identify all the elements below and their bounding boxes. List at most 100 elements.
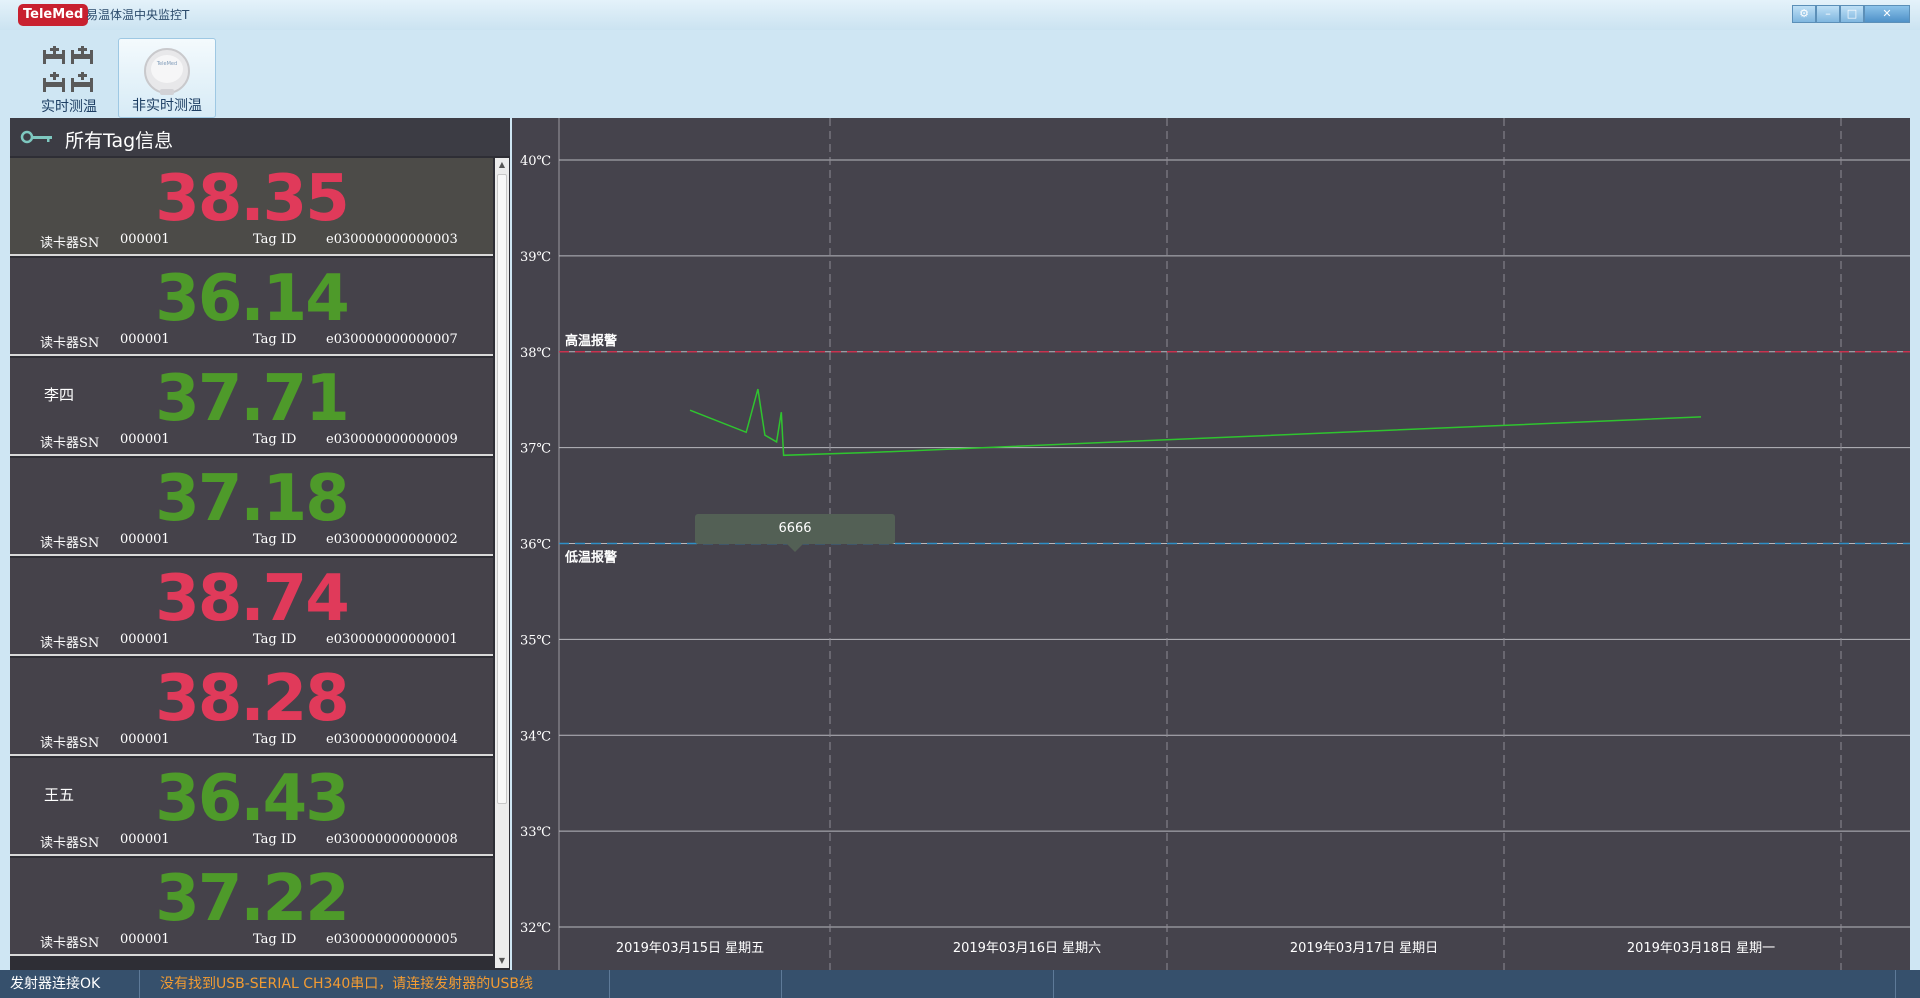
status-cell-empty xyxy=(612,970,782,998)
window-controls: ⚙ – □ ✕ xyxy=(1792,5,1910,23)
tag-id-label: Tag ID xyxy=(253,732,297,747)
patient-name: 李四 xyxy=(44,386,75,404)
svg-text:TeleMed: TeleMed xyxy=(156,61,177,67)
window-title: 易温体温中央监控T xyxy=(86,8,190,22)
status-bar: 发射器连接OK 没有找到USB-SERIAL CH340串口，请连接发射器的US… xyxy=(0,970,1920,998)
reader-sn-value: 000001 xyxy=(120,332,170,347)
reader-sn-value: 000001 xyxy=(120,432,170,447)
temperature-value: 38.35 xyxy=(155,162,349,236)
tag-device-icon: TeleMed xyxy=(144,48,190,95)
status-cell-empty xyxy=(1056,970,1896,998)
y-tick-label: 36℃ xyxy=(520,538,551,553)
tag-card[interactable]: 37.18 读卡器SN 000001 Tag ID e0300000000000… xyxy=(10,458,493,556)
x-tick-label: 2019年03月16日 星期六 xyxy=(953,941,1101,956)
tag-id-label: Tag ID xyxy=(253,332,297,347)
high-alarm-label: 高温报警 xyxy=(565,333,617,349)
y-tick-label: 37℃ xyxy=(520,442,551,457)
x-tick-label: 2019年03月15日 星期五 xyxy=(616,941,764,956)
tag-id-label: Tag ID xyxy=(253,932,297,947)
tag-id-value: e030000000000003 xyxy=(326,232,458,247)
chart-canvas: 40℃ 39℃ 38℃ 37℃ 36℃ 35℃ 34℃ 33℃ 32℃ 2019年03月15日 星… xyxy=(520,118,1910,970)
tag-card[interactable]: 37.22 读卡器SN 000001 Tag ID e0300000000000… xyxy=(10,858,493,956)
temperature-series-line xyxy=(689,388,1702,457)
x-tick-label: 2019年03月18日 星期一 xyxy=(1627,941,1775,956)
scrollbar-thumb[interactable] xyxy=(497,174,507,804)
reader-sn-value: 000001 xyxy=(120,232,170,247)
reader-sn-value: 000001 xyxy=(120,632,170,647)
y-tick-label: 38℃ xyxy=(520,346,551,361)
y-tick-label: 32℃ xyxy=(520,921,551,936)
tag-id-value: e030000000000005 xyxy=(326,932,458,947)
tag-id-label: Tag ID xyxy=(253,832,297,847)
nonrealtime-temp-label: 非实时测温 xyxy=(132,98,202,114)
reader-sn-value: 000001 xyxy=(120,532,170,547)
reader-sn-label: 读卡器SN xyxy=(40,236,100,251)
tag-id-value: e030000000000008 xyxy=(326,832,458,847)
reader-sn-label: 读卡器SN xyxy=(40,936,100,951)
tag-id-value: e030000000000009 xyxy=(326,432,458,447)
maximize-button[interactable]: □ xyxy=(1840,5,1864,23)
tag-id-label: Tag ID xyxy=(253,632,297,647)
tag-id-value: e030000000000004 xyxy=(326,732,458,747)
tag-card[interactable]: 38.74 读卡器SN 000001 Tag ID e0300000000000… xyxy=(10,558,493,656)
scroll-down-arrow-icon[interactable]: ▼ xyxy=(495,954,509,968)
realtime-grid-icon xyxy=(43,46,93,92)
title-bar: TeleMed 易温体温中央监控T ⚙ – □ ✕ xyxy=(0,0,1920,30)
key-icon xyxy=(20,130,52,144)
tag-id-label: Tag ID xyxy=(253,432,297,447)
y-tick-label: 34℃ xyxy=(520,729,551,744)
tag-list-panel: 所有Tag信息 38.35 读卡器SN 000001 Tag ID e03000… xyxy=(10,118,510,970)
tag-id-label: Tag ID xyxy=(253,532,297,547)
minimize-button[interactable]: – xyxy=(1816,5,1840,23)
transmitter-status: 发射器连接OK xyxy=(0,970,140,998)
realtime-temp-label: 实时测温 xyxy=(41,99,97,115)
realtime-temp-button[interactable]: 实时测温 xyxy=(20,38,118,118)
x-tick-label: 2019年03月17日 星期日 xyxy=(1290,941,1438,956)
y-tick-label: 33℃ xyxy=(520,825,551,840)
y-tick-label: 39℃ xyxy=(520,250,551,265)
temperature-chart: 40℃ 39℃ 38℃ 37℃ 36℃ 35℃ 34℃ 33℃ 32℃ 2019年03月15日 星… xyxy=(512,118,1910,970)
settings-icon[interactable]: ⚙ xyxy=(1792,5,1816,23)
scroll-up-arrow-icon[interactable]: ▲ xyxy=(495,158,509,172)
reader-sn-value: 000001 xyxy=(120,832,170,847)
tag-card-list: 38.35 读卡器SN 000001 Tag ID e0300000000000… xyxy=(10,158,493,968)
tag-id-value: e030000000000007 xyxy=(326,332,458,347)
reader-sn-value: 000001 xyxy=(120,732,170,747)
tag-card[interactable]: 36.14 读卡器SN 000001 Tag ID e0300000000000… xyxy=(10,258,493,356)
temperature-value: 38.28 xyxy=(155,662,349,736)
reader-sn-label: 读卡器SN xyxy=(40,336,100,351)
temperature-value: 37.71 xyxy=(155,362,349,436)
vertical-scrollbar[interactable]: ▲ ▼ xyxy=(495,158,509,968)
temperature-value: 36.43 xyxy=(155,762,349,836)
chart-tooltip: 6666 xyxy=(695,514,895,552)
close-button[interactable]: ✕ xyxy=(1864,5,1910,23)
nonrealtime-temp-button[interactable]: TeleMed 非实时测温 xyxy=(118,38,216,118)
tag-id-label: Tag ID xyxy=(253,232,297,247)
reader-sn-value: 000001 xyxy=(120,932,170,947)
tag-card[interactable]: 37.71 李四 读卡器SN 000001 Tag ID e0300000000… xyxy=(10,358,493,456)
patient-name: 王五 xyxy=(44,786,75,804)
status-cell-empty xyxy=(784,970,1054,998)
reader-sn-label: 读卡器SN xyxy=(40,436,100,451)
y-tick-label: 35℃ xyxy=(520,633,551,648)
tag-id-value: e030000000000002 xyxy=(326,532,458,547)
app-logo: TeleMed xyxy=(18,4,89,26)
temperature-value: 37.22 xyxy=(155,862,349,936)
reader-sn-label: 读卡器SN xyxy=(40,836,100,851)
temperature-value: 36.14 xyxy=(155,262,349,336)
tag-id-value: e030000000000001 xyxy=(326,632,458,647)
y-tick-label: 40℃ xyxy=(520,154,551,169)
low-alarm-label: 低温报警 xyxy=(564,550,617,566)
tag-card[interactable]: 38.28 读卡器SN 000001 Tag ID e0300000000000… xyxy=(10,658,493,756)
usb-warning-message: 没有找到USB-SERIAL CH340串口，请连接发射器的USB线 xyxy=(150,970,610,998)
temperature-value: 37.18 xyxy=(155,462,349,536)
reader-sn-label: 读卡器SN xyxy=(40,536,100,551)
toolbar: 实时测温 TeleMed 非实时测温 xyxy=(0,30,1920,118)
reader-sn-label: 读卡器SN xyxy=(40,636,100,651)
tag-card[interactable]: 36.43 王五 读卡器SN 000001 Tag ID e0300000000… xyxy=(10,758,493,856)
temperature-value: 38.74 xyxy=(155,562,349,636)
panel-header: 所有Tag信息 xyxy=(10,118,510,156)
reader-sn-label: 读卡器SN xyxy=(40,736,100,751)
panel-title: 所有Tag信息 xyxy=(65,130,174,152)
tag-card[interactable]: 38.35 读卡器SN 000001 Tag ID e0300000000000… xyxy=(10,158,493,256)
